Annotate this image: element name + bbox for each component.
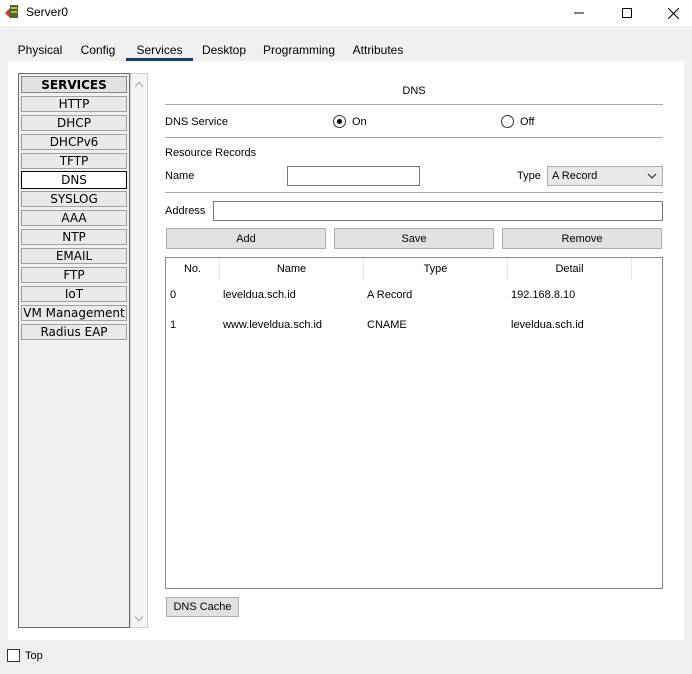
service-item-aaa[interactable]: AAA	[21, 210, 127, 226]
resource-records-label: Resource Records	[165, 147, 257, 159]
name-input[interactable]	[287, 166, 420, 186]
tab-desktop[interactable]: Desktop	[198, 39, 250, 61]
chevron-down-icon	[647, 173, 657, 179]
close-icon	[667, 7, 679, 19]
title-bar: Server0	[0, 0, 692, 26]
dns-off-label: Off	[520, 116, 535, 128]
service-item-dns[interactable]: DNS	[21, 171, 127, 189]
name-label: Name	[165, 170, 195, 182]
address-input[interactable]	[213, 201, 663, 221]
column-header-name[interactable]: Name	[220, 258, 364, 280]
remove-button[interactable]: Remove	[502, 228, 662, 249]
divider	[165, 104, 663, 105]
row-detail: leveldua.sch.id	[511, 319, 584, 331]
service-item-dhcp[interactable]: DHCP	[21, 115, 127, 131]
dns-title: DNS	[402, 85, 426, 97]
tab-physical[interactable]: Physical	[12, 39, 68, 61]
dns-on-radio[interactable]	[333, 115, 346, 128]
minimize-icon	[574, 12, 584, 14]
divider	[165, 192, 663, 193]
add-button[interactable]: Add	[166, 228, 326, 249]
dns-records-table: No. Name Type Detail 0 leveldua.sch.id A…	[165, 257, 663, 589]
column-header-detail[interactable]: Detail	[508, 258, 632, 280]
service-item-tftp[interactable]: TFTP	[21, 153, 127, 169]
tab-programming[interactable]: Programming	[262, 39, 336, 61]
service-item-ntp[interactable]: NTP	[21, 229, 127, 245]
server-app-icon	[4, 4, 20, 20]
close-button[interactable]	[650, 0, 692, 26]
dns-on-label: On	[352, 116, 367, 128]
row-name: leveldua.sch.id	[223, 289, 296, 301]
divider	[165, 137, 663, 138]
service-item-syslog[interactable]: SYSLOG	[21, 191, 127, 207]
row-no: 0	[170, 289, 177, 301]
tab-bar: Physical Config Services Desktop Program…	[8, 39, 684, 61]
service-item-iot[interactable]: IoT	[21, 286, 127, 302]
type-label: Type	[517, 170, 541, 182]
row-detail: 192.168.8.10	[511, 289, 576, 301]
row-no: 1	[170, 319, 177, 331]
tab-attributes[interactable]: Attributes	[346, 39, 410, 61]
row-type: CNAME	[367, 319, 407, 331]
row-name: www.leveldua.sch.id	[223, 319, 323, 331]
dns-service-label: DNS Service	[165, 116, 228, 128]
maximize-icon	[622, 8, 632, 18]
column-header-type[interactable]: Type	[364, 258, 508, 280]
row-type: A Record	[367, 289, 413, 301]
maximize-button[interactable]	[604, 0, 650, 26]
scroll-down-icon[interactable]	[131, 610, 147, 626]
service-item-http[interactable]: HTTP	[21, 96, 127, 112]
tab-services[interactable]: Services	[126, 39, 193, 61]
tab-config[interactable]: Config	[76, 39, 120, 61]
top-checkbox[interactable]	[7, 649, 20, 662]
dns-cache-button[interactable]: DNS Cache	[166, 597, 239, 617]
type-select-value: A Record	[552, 170, 598, 182]
service-item-email[interactable]: EMAIL	[21, 248, 127, 264]
services-list: SERVICES HTTP DHCP DHCPv6 TFTP DNS SYSLO…	[18, 73, 130, 628]
minimize-button[interactable]	[556, 0, 602, 26]
scroll-up-icon[interactable]	[131, 76, 147, 92]
column-header-no[interactable]: No.	[166, 258, 220, 280]
type-select[interactable]: A Record	[547, 166, 663, 186]
address-label: Address	[165, 205, 206, 217]
service-item-radius-eap[interactable]: Radius EAP	[21, 324, 127, 340]
top-label: Top	[25, 650, 43, 662]
save-button[interactable]: Save	[334, 228, 494, 249]
services-scrollbar[interactable]	[130, 73, 148, 628]
service-item-vm-management[interactable]: VM Management	[21, 305, 127, 321]
services-header: SERVICES	[21, 76, 127, 93]
window-title: Server0	[26, 5, 69, 19]
service-item-dhcpv6[interactable]: DHCPv6	[21, 134, 127, 150]
service-item-ftp[interactable]: FTP	[21, 267, 127, 283]
dns-off-radio[interactable]	[501, 115, 514, 128]
